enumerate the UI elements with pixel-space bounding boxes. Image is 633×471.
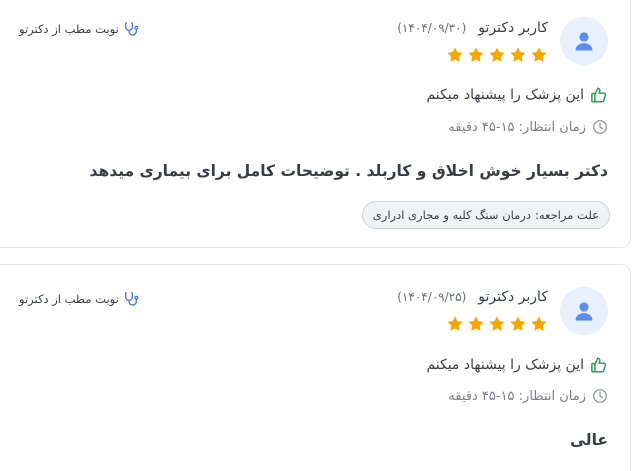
star-icon	[531, 47, 547, 62]
user-icon	[575, 302, 593, 321]
stethoscope-icon	[124, 292, 139, 306]
recommendation: این پزشک را پیشنهاد میکنم	[426, 356, 608, 374]
star-icon	[489, 47, 505, 62]
booking-source: نوبت مطب از دکترتو	[19, 291, 139, 307]
review-comment: دکتر بسیار خوش اخلاق و کاربلد . توضیحات …	[89, 162, 608, 180]
recommendation: این پزشک را پیشنهاد میکنم	[426, 86, 608, 104]
star-icon	[447, 47, 463, 62]
thumbs-up-icon	[591, 87, 607, 103]
visit-reason-chip[interactable]: علت مراجعه: درمان سنگ کلیه و مجاری ادرار…	[361, 201, 610, 229]
star-icon	[510, 47, 526, 62]
wait-time-text: زمان انتظار: ۱۵-۴۵ دقیقه	[448, 388, 586, 404]
stethoscope-icon	[124, 22, 139, 36]
reviews-page: کاربر دکترتو (۱۴۰۴/۰۹/۳۰) این پزشک را پی…	[0, 0, 633, 471]
star-rating	[446, 315, 548, 333]
user-name: کاربر دکترتو	[478, 289, 548, 305]
review-header: کاربر دکترتو (۱۴۰۴/۰۹/۳۰)	[397, 20, 548, 36]
clock-icon	[593, 120, 607, 134]
booking-source: نوبت مطب از دکترتو	[19, 21, 139, 37]
review-comment: عالی	[570, 431, 608, 449]
avatar	[560, 17, 608, 65]
review-date: (۱۴۰۴/۰۹/۳۰)	[397, 21, 467, 35]
booking-source-text: نوبت مطب از دکترتو	[19, 22, 119, 36]
review-header: کاربر دکترتو (۱۴۰۴/۰۹/۲۵)	[397, 289, 548, 305]
user-icon	[575, 32, 593, 51]
review-date: (۱۴۰۴/۰۹/۲۵)	[397, 290, 467, 304]
star-icon	[447, 316, 463, 331]
thumbs-up-icon	[591, 357, 607, 373]
recommendation-text: این پزشک را پیشنهاد میکنم	[426, 357, 584, 373]
star-icon	[489, 316, 505, 331]
star-icon	[468, 316, 484, 331]
clock-icon	[593, 389, 607, 403]
wait-time-text: زمان انتظار: ۱۵-۴۵ دقیقه	[448, 119, 586, 135]
user-name: کاربر دکترتو	[478, 20, 548, 36]
star-icon	[468, 47, 484, 62]
booking-source-text: نوبت مطب از دکترتو	[19, 292, 119, 306]
star-icon	[510, 316, 526, 331]
avatar	[560, 287, 608, 335]
star-rating	[446, 46, 548, 64]
review-card: کاربر دکترتو (۱۴۰۴/۰۹/۳۰) این پزشک را پی…	[0, 0, 631, 248]
wait-time: زمان انتظار: ۱۵-۴۵ دقیقه	[448, 388, 608, 404]
recommendation-text: این پزشک را پیشنهاد میکنم	[426, 87, 584, 103]
visit-reason-label: علت مراجعه:	[534, 208, 599, 222]
visit-reason-value: درمان سنگ کلیه و مجاری ادراری	[372, 208, 531, 222]
star-icon	[531, 316, 547, 331]
wait-time: زمان انتظار: ۱۵-۴۵ دقیقه	[448, 119, 608, 135]
review-card: کاربر دکترتو (۱۴۰۴/۰۹/۲۵) این پزشک را پی…	[0, 264, 631, 471]
